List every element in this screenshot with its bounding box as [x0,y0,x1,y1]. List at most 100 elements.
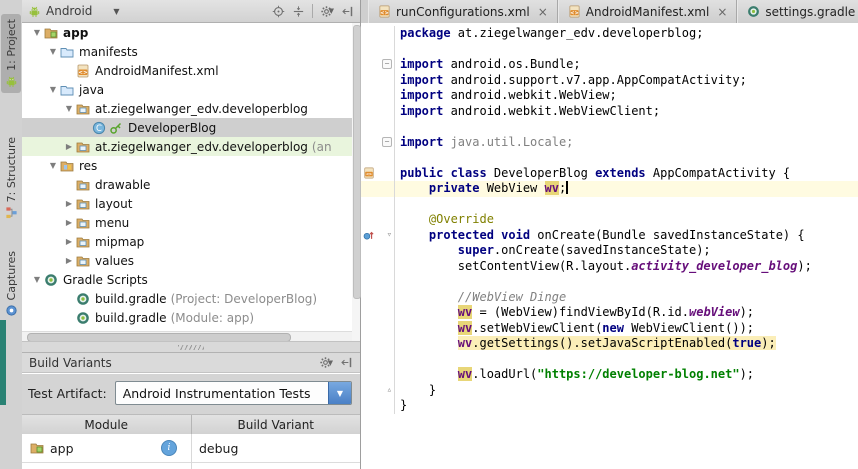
gradle-icon [747,5,760,18]
gear-icon[interactable]: ▼ [319,356,333,369]
code-text: } [395,383,436,399]
project-tree[interactable]: ▼app▼manifests<>AndroidManifest.xml▼java… [22,23,352,331]
tree-row-androidmanifest-xml[interactable]: <>AndroidManifest.xml [22,61,352,80]
editor-gutter [361,150,395,166]
close-icon[interactable]: × [717,6,727,18]
editor-gutter [361,336,395,352]
xml-gutter-icon[interactable]: <> [363,167,375,179]
tree-vertical-scrollbar[interactable] [352,23,360,341]
combo-dropdown-button[interactable]: ▼ [328,382,351,404]
expand-arrow-icon[interactable]: ▶ [62,237,76,246]
structure-view-icon [5,206,18,219]
code-text: @Override [395,212,494,228]
code-text: } [395,398,407,414]
folder-icon [60,45,74,59]
code-text: super.onCreate(savedInstanceState); [395,243,711,259]
editor-gutter [361,73,395,89]
close-icon[interactable]: × [538,6,548,18]
fold-marker-icon[interactable]: ▵ [387,383,392,399]
tool-button-structure[interactable]: 7: Structure [1,132,21,224]
tree-item-label: manifests [79,45,138,59]
code-text [395,119,400,135]
package-icon [76,254,90,268]
info-icon[interactable]: i [161,440,177,456]
tree-row-manifests[interactable]: ▼ manifests [22,42,352,61]
tree-item-suffix: (Project: DeveloperBlog) [171,292,318,306]
fold-marker-icon[interactable]: − [382,59,392,69]
expand-arrow-icon[interactable]: ▼ [46,161,60,170]
code-text: private WebView wv; [395,181,568,197]
tool-stripe-accent-bar [0,320,6,405]
hide-panel-icon[interactable] [341,5,354,18]
editor-gutter: − [361,135,395,151]
code-line: wv.setWebViewClient(new WebViewClient())… [361,321,858,337]
expand-arrow-icon[interactable]: ▼ [62,104,76,113]
expand-arrow-icon[interactable]: ▶ [62,218,76,227]
code-text: public class DeveloperBlog extends AppCo… [395,166,790,182]
build-variant-value[interactable]: debug [199,441,238,456]
gear-icon[interactable]: ▼ [320,5,334,18]
tree-row-at-ziegelwanger-edv-developerblog[interactable]: ▼at.ziegelwanger_edv.developerblog [22,99,352,118]
tree-row-java[interactable]: ▼java [22,80,352,99]
code-editor[interactable]: package at.ziegelwanger_edv.developerblo… [361,23,858,469]
expand-arrow-icon[interactable]: ▼ [30,28,44,37]
tool-button-captures[interactable]: Captures [1,246,21,322]
android-studio-window: 1: Project 7: Structure Captures Android… [0,0,858,469]
tree-row-mipmap[interactable]: ▶mipmap [22,232,352,251]
tool-button-project[interactable]: 1: Project [1,14,21,93]
editor-gutter [361,88,395,104]
tree-row-app[interactable]: ▼app [22,23,352,42]
tree-row-layout[interactable]: ▶layout [22,194,352,213]
module-icon [30,441,44,455]
tree-row-res[interactable]: ▼res [22,156,352,175]
editor-tab-settings-gradle[interactable]: settings.gradle [737,0,858,23]
collapse-all-icon[interactable] [292,5,305,18]
tree-row-build-gradle[interactable]: build.gradle(Project: DeveloperBlog) [22,289,352,308]
editor-tab-androidmanifest-xml[interactable]: <>AndroidManifest.xml× [558,0,738,23]
project-view-selector[interactable]: Android [46,4,92,18]
tree-row-gradle-scripts[interactable]: ▼Gradle Scripts [22,270,352,289]
tool-button-structure-label: 7: Structure [5,137,18,202]
code-line: −import java.util.Locale; [361,135,858,151]
expand-arrow-icon[interactable]: ▶ [62,256,76,265]
class-icon: C [92,121,106,135]
captures-view-icon [5,304,18,317]
tree-item-label: values [95,254,134,268]
code-line: @Override [361,212,858,228]
build-variants-header: Build Variants ▼ [22,352,360,373]
tree-row-values[interactable]: ▶ values [22,251,352,270]
gradle-icon [44,273,58,287]
fold-marker-icon[interactable]: − [382,137,392,147]
tree-row-drawable[interactable]: drawable [22,175,352,194]
tree-row-developerblog[interactable]: C DeveloperBlog [22,118,352,137]
build-variants-title: Build Variants [29,356,112,370]
chevron-down-icon[interactable]: ▼ [113,7,119,16]
fold-marker-icon[interactable]: ▿ [387,228,392,244]
tree-row-at-ziegelwanger-edv-developerblog[interactable]: ▶at.ziegelwanger_edv.developerblog(an [22,137,352,156]
test-artifact-label: Test Artifact: [28,386,107,401]
tree-item-suffix: (an [312,140,332,154]
editor-gutter [361,259,395,275]
expand-arrow-icon[interactable]: ▶ [62,142,76,151]
code-text [395,42,400,58]
editor-gutter [361,212,395,228]
expand-arrow-icon[interactable]: ▼ [46,47,60,56]
tree-row-menu[interactable]: ▶menu [22,213,352,232]
package-icon [76,102,90,116]
tree-item-label: DeveloperBlog [128,121,216,135]
hide-panel-icon[interactable] [340,356,353,369]
scroll-from-source-icon[interactable] [272,5,285,18]
editor-gutter [361,104,395,120]
expand-arrow-icon[interactable]: ▼ [46,85,60,94]
override-gutter-icon[interactable] [363,229,375,241]
package-icon [76,235,90,249]
tree-row-build-gradle[interactable]: build.gradle(Module: app) [22,308,352,327]
tree-item-suffix: (Module: app) [171,311,254,325]
code-line: ▵ } [361,383,858,399]
xml-icon: <> [568,5,581,18]
test-artifact-combobox[interactable]: Android Instrumentation Tests ▼ [115,381,352,405]
code-text: wv.loadUrl("https://developer-blog.net")… [395,367,754,383]
expand-arrow-icon[interactable]: ▼ [30,275,44,284]
editor-tab-runconfigurations-xml[interactable]: <>runConfigurations.xml× [368,0,558,23]
expand-arrow-icon[interactable]: ▶ [62,199,76,208]
